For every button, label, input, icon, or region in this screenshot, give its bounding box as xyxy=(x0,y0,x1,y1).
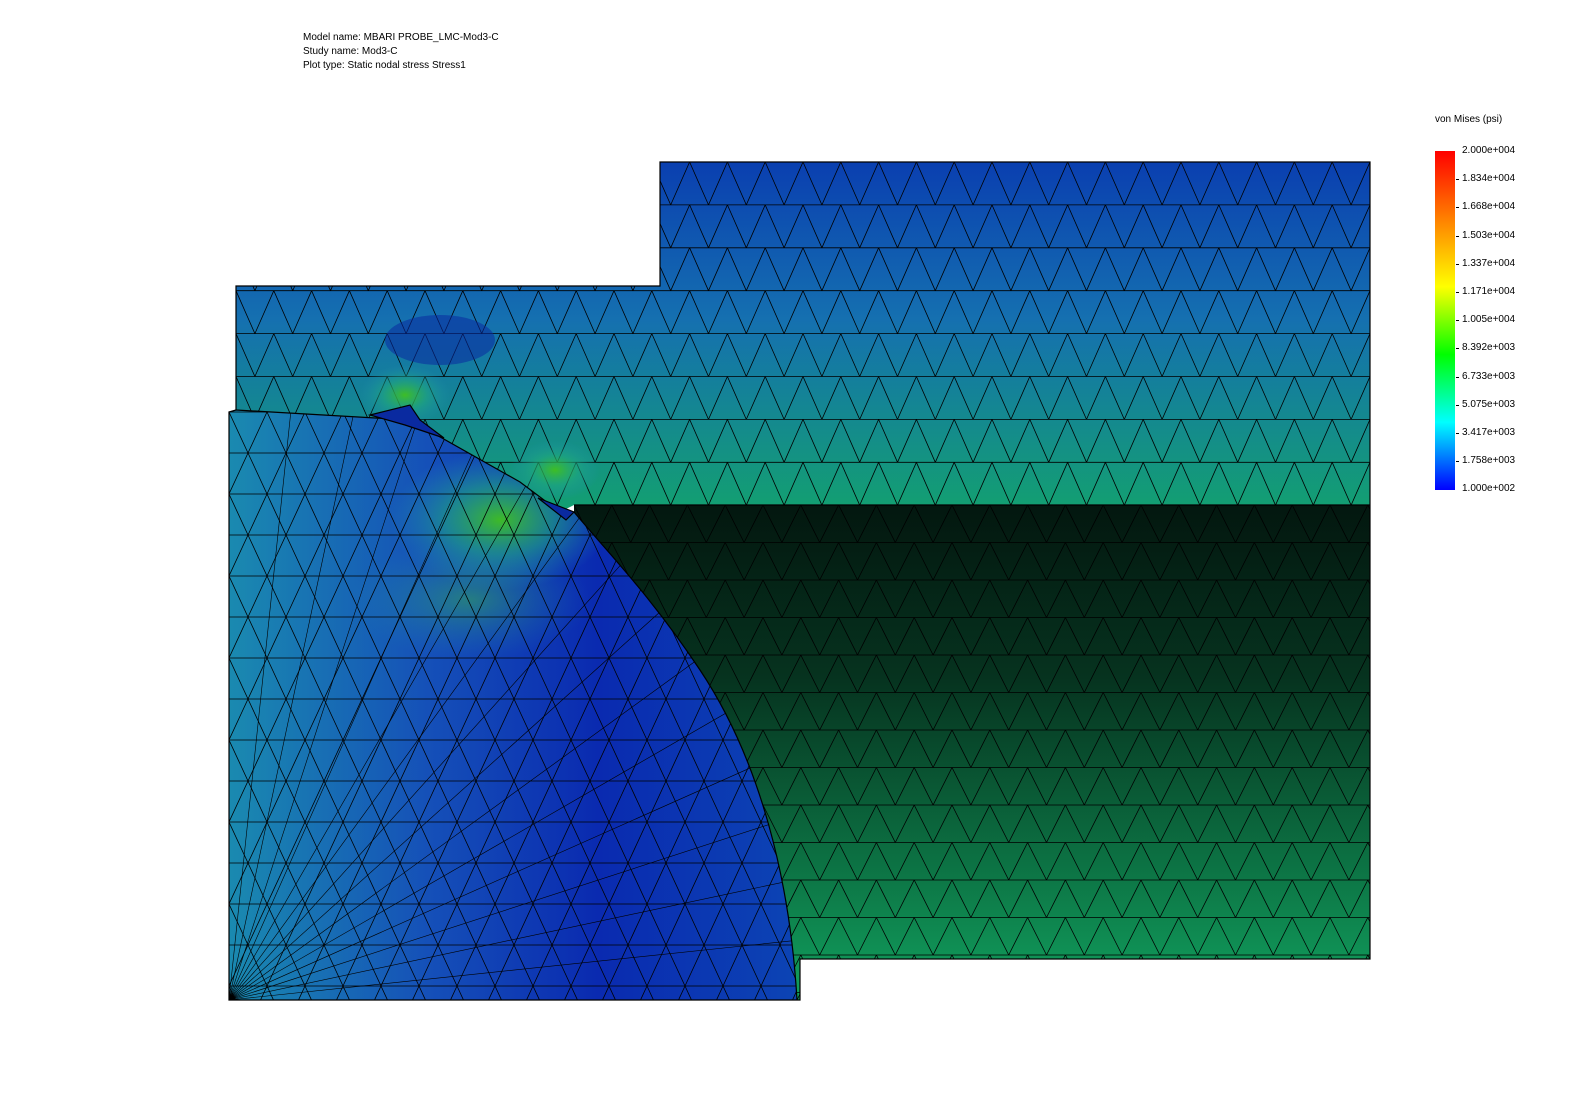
legend-tick-label: 1.005e+004 xyxy=(1462,314,1516,326)
legend-tick-label: 6.733e+003 xyxy=(1462,370,1516,382)
legend-tick-mark xyxy=(1456,320,1459,322)
legend-tick-mark xyxy=(1456,207,1459,209)
legend-tick-label: 8.392e+003 xyxy=(1462,342,1516,354)
legend-tick-mark xyxy=(1456,263,1459,265)
legend-tick-label: 1.834e+004 xyxy=(1462,173,1516,185)
color-scale-bar xyxy=(1435,151,1455,490)
legend-tick-label: 1.758e+003 xyxy=(1462,455,1516,467)
legend-tick-label: 1.337e+004 xyxy=(1462,257,1516,269)
legend-tick-mark xyxy=(1456,376,1459,378)
legend-tick-label: 5.075e+003 xyxy=(1462,398,1516,410)
legend-tick-label: 1.171e+004 xyxy=(1462,286,1516,297)
legend-tick-label: 3.417e+003 xyxy=(1462,427,1516,438)
legend-tick-label: 1.503e+004 xyxy=(1462,229,1516,241)
legend-tick-mark xyxy=(1456,433,1459,434)
legend-tick-mark xyxy=(1456,461,1459,463)
fea-mesh-viewport[interactable] xyxy=(0,0,1589,1101)
legend-tick-mark xyxy=(1456,235,1459,237)
legend-tick-label: 1.668e+004 xyxy=(1462,201,1516,213)
legend-tick-label: 1.000e+002 xyxy=(1462,483,1516,495)
legend-tick-mark xyxy=(1456,404,1459,406)
legend-title: von Mises (psi) xyxy=(1435,114,1503,125)
legend-tick-mark xyxy=(1456,348,1459,350)
legend-tick-mark xyxy=(1456,292,1459,293)
legend-tick-label: 2.000e+004 xyxy=(1462,145,1516,156)
legend-tick-mark xyxy=(1456,179,1459,181)
